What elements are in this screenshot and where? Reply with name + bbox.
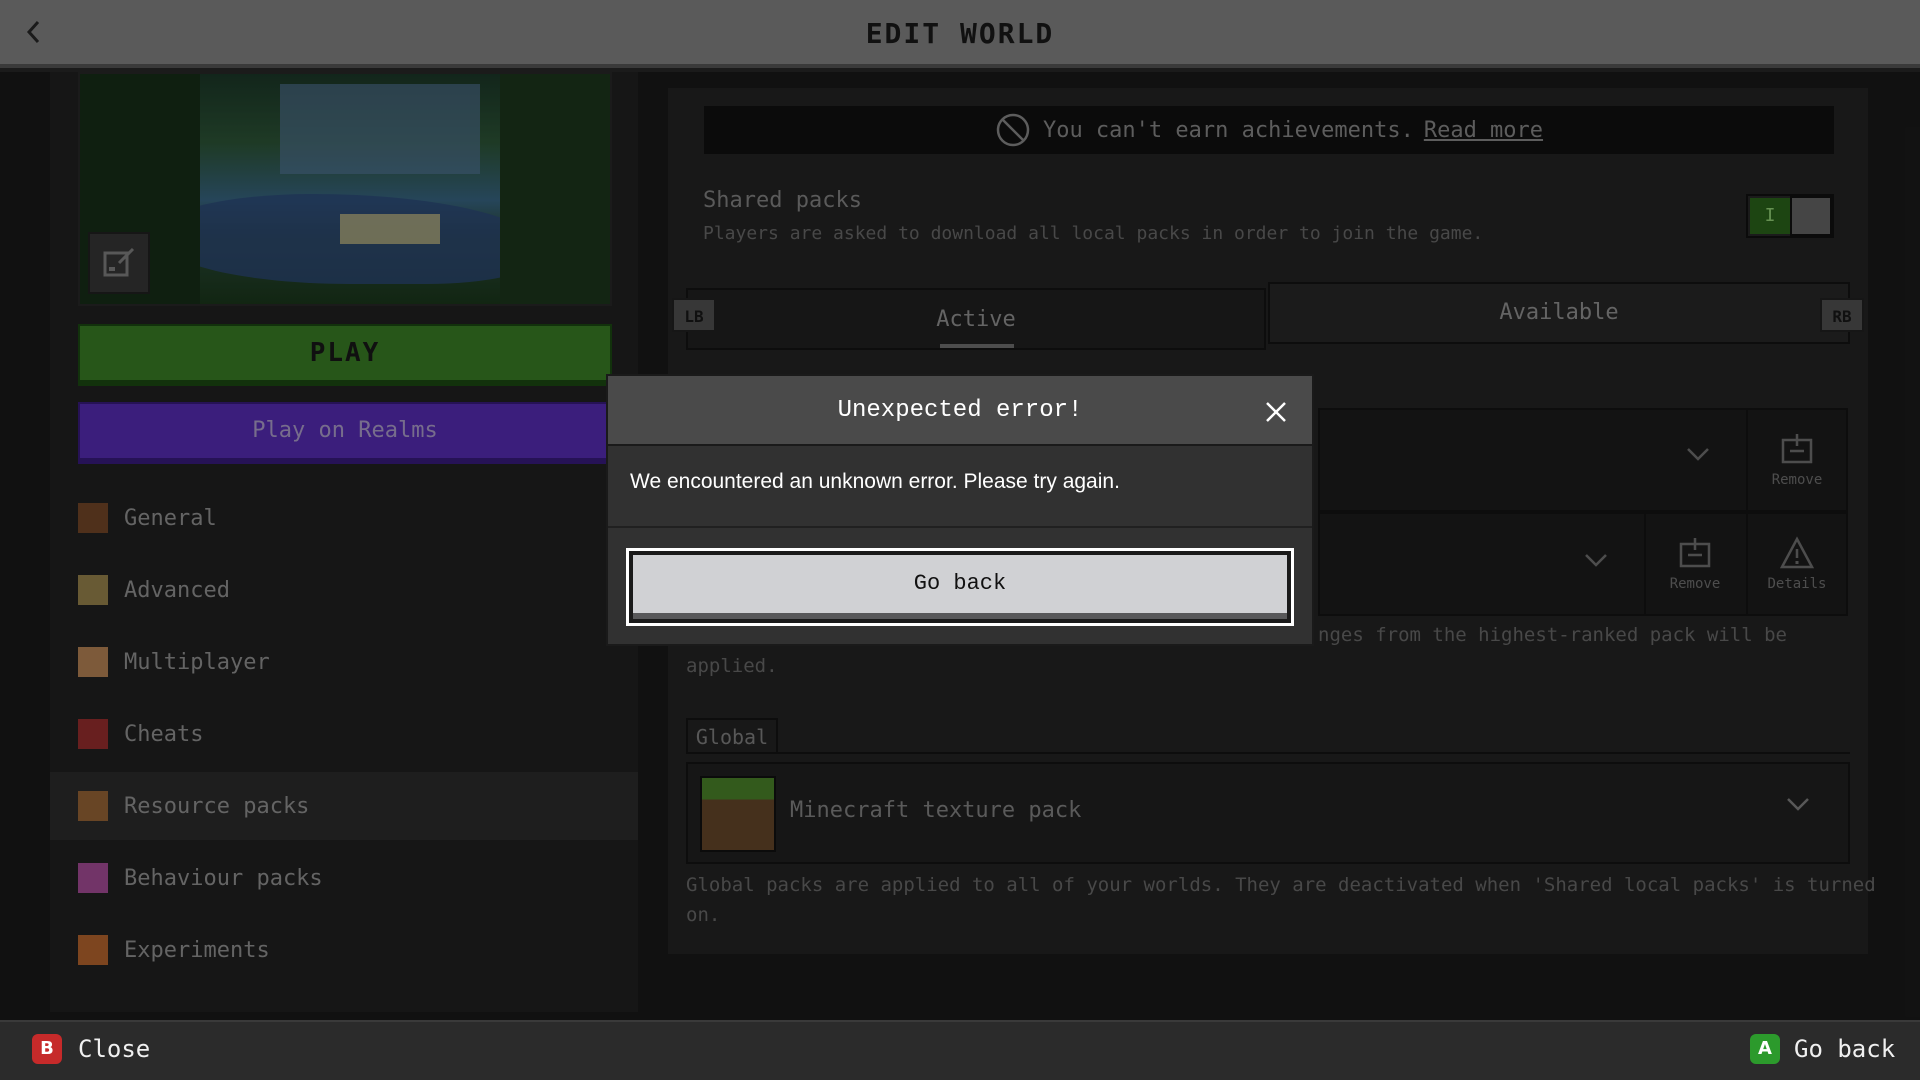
close-icon	[1266, 402, 1286, 422]
close-hint[interactable]: Close	[78, 1035, 150, 1063]
bottom-bar	[0, 1020, 1920, 1080]
page-title: EDIT WORLD	[865, 17, 1055, 50]
dialog-title: Unexpected error!	[837, 397, 1083, 424]
dialog-message: We encountered an unknown error. Please …	[630, 470, 1120, 493]
dialog-close-button[interactable]	[1258, 394, 1294, 430]
b-button-icon: B	[32, 1034, 62, 1064]
go-back-hint[interactable]: Go back	[1794, 1035, 1895, 1063]
a-button-icon: A	[1750, 1034, 1780, 1064]
divider	[608, 526, 1312, 528]
go-back-button[interactable]: Go back	[633, 555, 1287, 619]
